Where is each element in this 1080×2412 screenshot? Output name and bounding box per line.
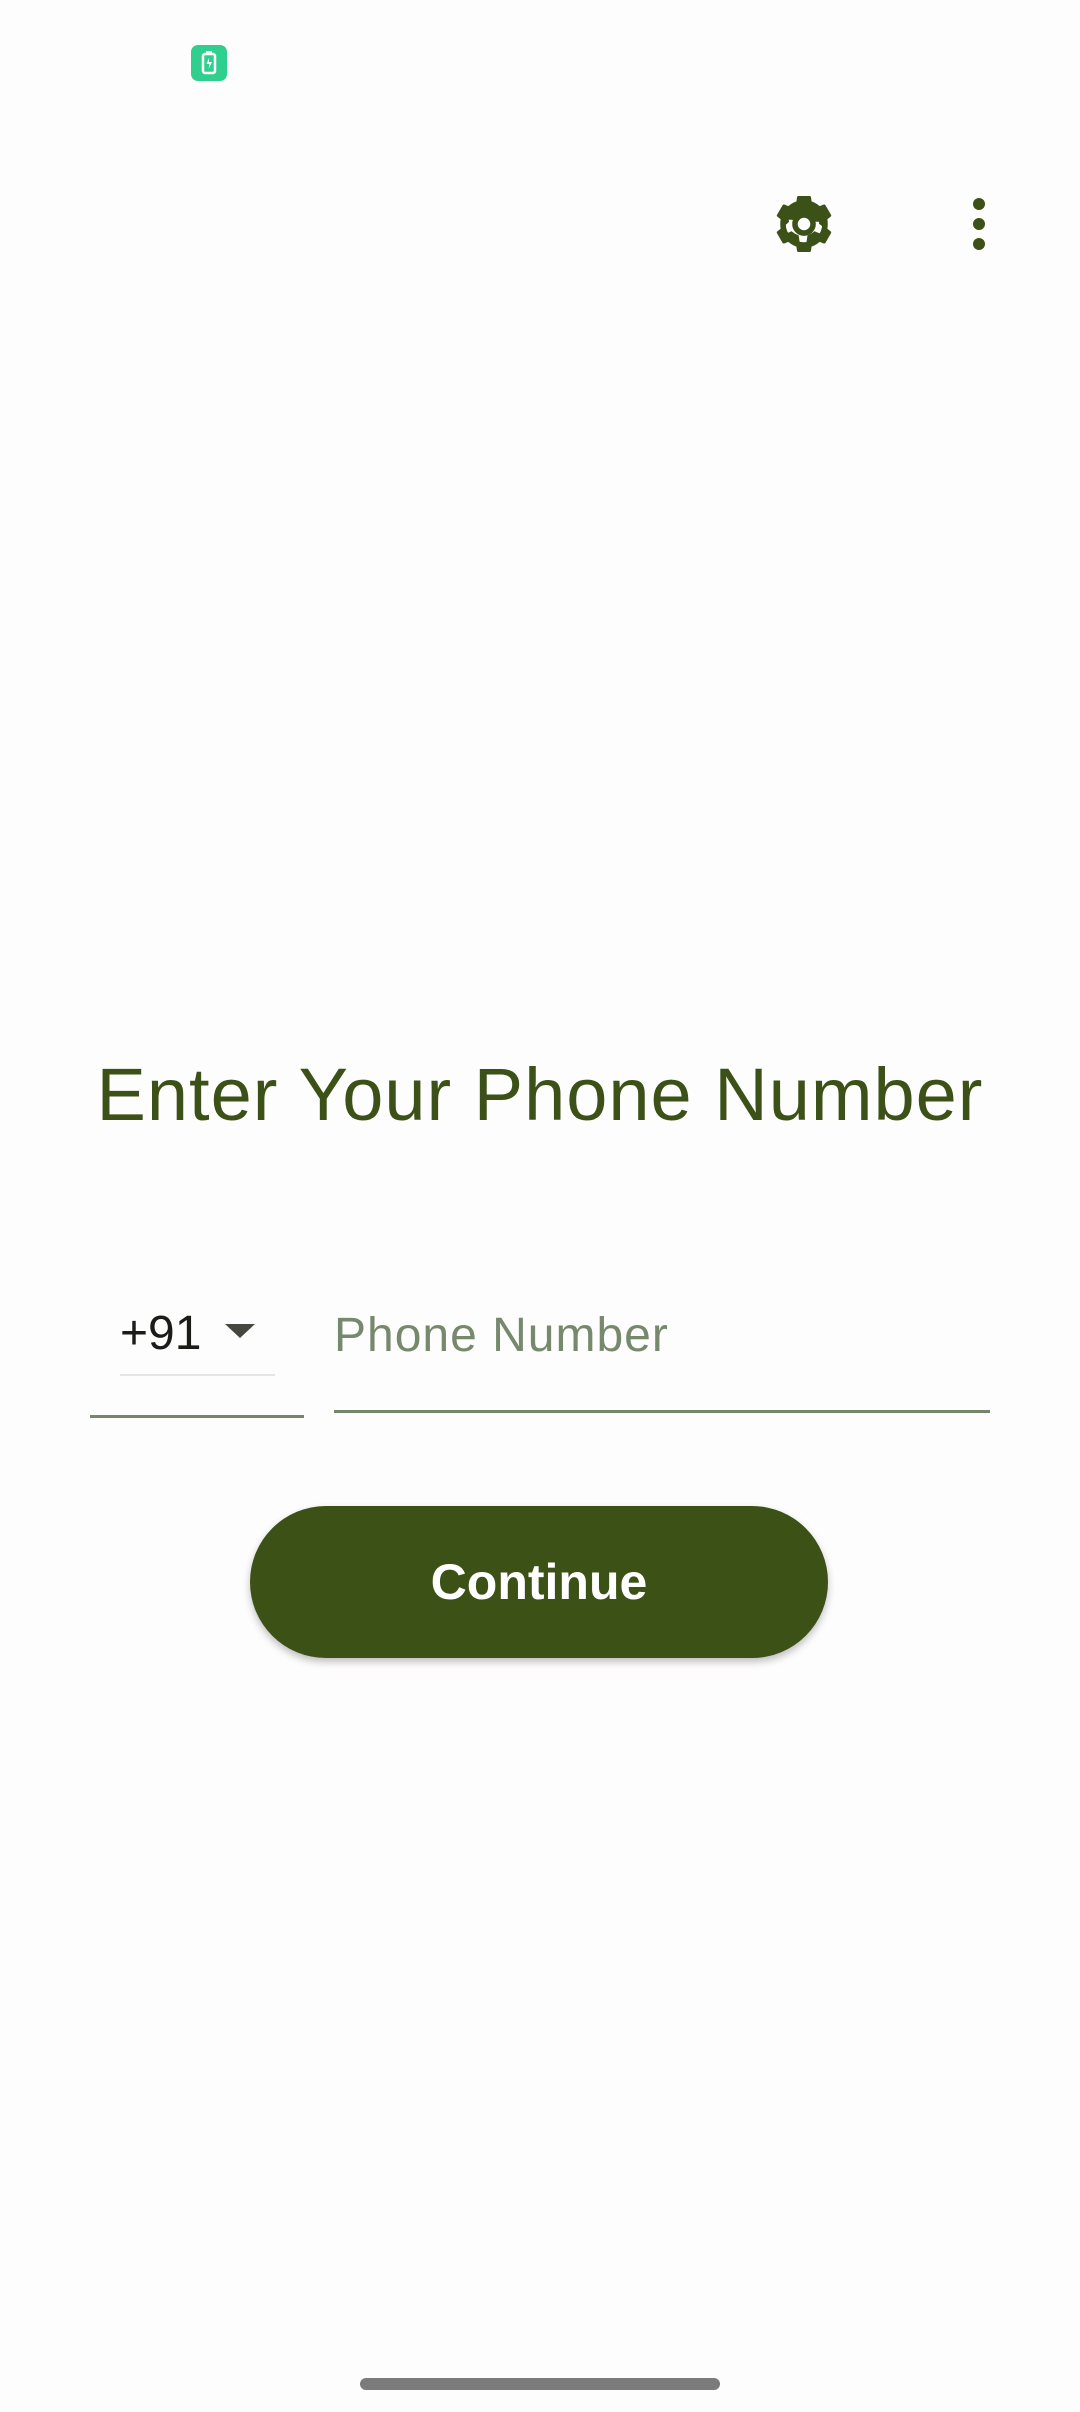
top-toolbar <box>0 140 1080 270</box>
country-code-value: +91 <box>120 1307 202 1360</box>
more-vert-icon <box>969 196 989 257</box>
phone-number-field <box>334 1280 990 1413</box>
country-code-picker[interactable]: +91 <box>90 1280 304 1418</box>
gesture-nav-handle[interactable] <box>360 2378 720 2390</box>
page-title: Enter Your Phone Number <box>96 1053 984 1136</box>
phone-login-screen: Enter Your Phone Number +91 Continue <box>0 0 1080 2412</box>
continue-button[interactable]: Continue <box>250 1506 828 1658</box>
more-options-button[interactable] <box>915 162 1043 290</box>
phone-number-input[interactable] <box>334 1300 974 1370</box>
dropdown-arrow-icon <box>223 1322 257 1345</box>
status-bar <box>0 0 1080 110</box>
battery-saver-icon <box>191 45 227 81</box>
gear-icon <box>769 189 839 264</box>
country-code-divider <box>120 1374 275 1376</box>
settings-button[interactable] <box>740 162 868 290</box>
